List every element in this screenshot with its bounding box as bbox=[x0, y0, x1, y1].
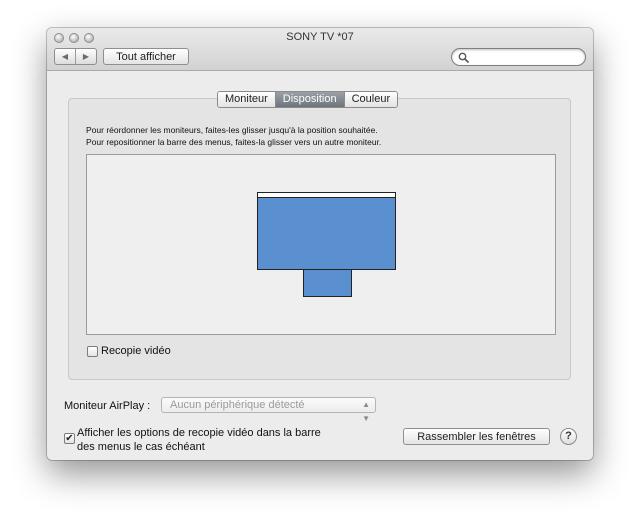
preferences-window: SONY TV *07 ◀ ▶ Tout afficher Moniteur D… bbox=[47, 28, 593, 460]
airplay-select[interactable]: Aucun périphérique détecté ▲ ▼ bbox=[161, 397, 376, 423]
menu-options-label-line-2: des menus le cas échéant bbox=[77, 441, 205, 453]
show-all-button[interactable]: Tout afficher bbox=[103, 48, 189, 65]
secondary-display[interactable] bbox=[303, 270, 352, 297]
gather-windows-label: Rassembler les fenêtres bbox=[417, 430, 536, 443]
popup-arrows-icon: ▲ ▼ bbox=[362, 400, 370, 423]
back-button[interactable]: ◀ bbox=[55, 49, 75, 64]
search-icon bbox=[458, 52, 470, 64]
back-arrow-icon: ◀ bbox=[61, 52, 69, 61]
help-button[interactable]: ? bbox=[560, 428, 577, 445]
main-display[interactable] bbox=[257, 192, 396, 270]
gather-windows-button[interactable]: Rassembler les fenêtres bbox=[403, 428, 550, 445]
menu-options-checkbox[interactable]: ✔ bbox=[64, 433, 75, 444]
menu-bar-indicator[interactable] bbox=[257, 192, 396, 198]
help-icon: ? bbox=[565, 430, 572, 442]
navigation-buttons: ◀ ▶ bbox=[54, 48, 97, 65]
airplay-label: Moniteur AirPlay : bbox=[64, 400, 151, 412]
tab-couleur[interactable]: Couleur bbox=[343, 92, 398, 107]
show-all-label: Tout afficher bbox=[116, 50, 176, 63]
tab-disposition[interactable]: Disposition bbox=[274, 92, 344, 107]
tab-bar: Moniteur Disposition Couleur bbox=[217, 91, 399, 108]
forward-button[interactable]: ▶ bbox=[75, 49, 96, 64]
tab-moniteur[interactable]: Moniteur bbox=[218, 92, 275, 107]
instruction-line-1: Pour réordonner les moniteurs, faites-le… bbox=[86, 125, 378, 135]
instruction-line-2: Pour repositionner la barre des menus, f… bbox=[86, 137, 382, 147]
airplay-selected-value: Aucun périphérique détecté bbox=[170, 399, 305, 411]
checkmark-icon: ✔ bbox=[65, 433, 74, 444]
window-title: SONY TV *07 bbox=[286, 31, 354, 43]
title-bar[interactable]: SONY TV *07 ◀ ▶ Tout afficher bbox=[47, 28, 593, 71]
mirroring-checkbox[interactable] bbox=[87, 346, 98, 357]
search-field[interactable] bbox=[451, 48, 586, 66]
forward-arrow-icon: ▶ bbox=[82, 52, 90, 61]
menu-options-label-line-1: Afficher les options de recopie vidéo da… bbox=[77, 427, 321, 439]
mirroring-label: Recopie vidéo bbox=[101, 345, 171, 357]
